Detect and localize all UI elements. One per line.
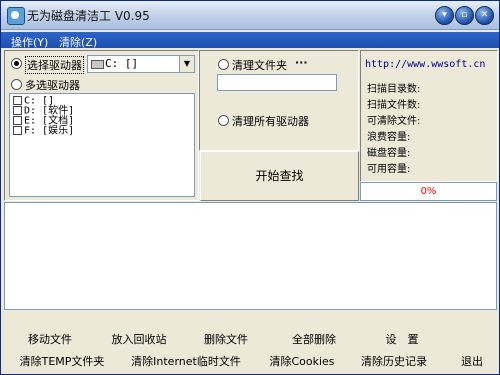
menu-clear[interactable]: 清除(Z) [59, 34, 97, 50]
delete-all-button[interactable]: 全部删除 [283, 331, 345, 349]
clean-all-radio[interactable] [218, 115, 229, 126]
clear-temp-button[interactable]: 清除TEMP文件夹 [19, 353, 105, 371]
clear-internet-temp-button[interactable]: 清除Internet临时文件 [127, 353, 245, 371]
close-button[interactable]: ✕ [475, 6, 494, 25]
multi-drive-radio[interactable] [11, 79, 22, 90]
folder-path-input[interactable] [217, 74, 337, 91]
clean-folder-radio[interactable] [218, 59, 229, 70]
clean-folder-label[interactable]: 清理文件夹 [232, 57, 287, 73]
info-panel: http://www.wwsoft.cn 扫描目录数: 扫描文件数: 可清除文件… [360, 50, 498, 182]
scan-dirs-label: 扫描目录数: [367, 84, 421, 95]
app-icon [7, 7, 25, 25]
checkbox[interactable] [13, 126, 22, 135]
drive-combo-value: C: [] [105, 57, 139, 70]
drive-list: C: [] D: [软件] E: [文档] F: [娱乐] [9, 93, 195, 197]
chevron-down-icon[interactable]: ▼ [179, 56, 194, 72]
wasted-space-label: 浪费容量: [367, 132, 411, 143]
window-title: 无为磁盘清洁工 V0.95 [27, 9, 150, 23]
drive-item[interactable]: E: [文档] [13, 116, 74, 126]
drive-icon [91, 60, 104, 69]
results-list[interactable] [4, 202, 497, 310]
restore-button[interactable]: ▫ [455, 6, 474, 25]
checkbox[interactable] [13, 96, 22, 105]
delete-files-button[interactable]: 删除文件 [195, 331, 257, 349]
drive-item[interactable]: C: [] [13, 96, 54, 106]
clear-history-button[interactable]: 清除历史记录 [355, 353, 433, 371]
progress-bar: 0% [360, 182, 497, 201]
select-drive-label[interactable]: 选择驱动器 [25, 56, 84, 74]
title-bar[interactable]: 无为磁盘清洁工 V0.95 ▾ ▫ ✕ [1, 1, 499, 30]
scan-files-label: 扫描文件数: [367, 100, 421, 111]
checkbox[interactable] [13, 116, 22, 125]
move-files-button[interactable]: 移动文件 [19, 331, 81, 349]
free-space-label: 可用容量: [367, 164, 411, 175]
app-window: 无为磁盘清洁工 V0.95 ▾ ▫ ✕ 操作(Y) 清除(Z) 选择驱动器 C:… [0, 0, 500, 375]
removable-files-label: 可清除文件: [367, 116, 421, 127]
drive-item[interactable]: F: [娱乐] [13, 126, 74, 136]
exit-button[interactable]: 退出 [455, 353, 489, 371]
clear-cookies-button[interactable]: 清除Cookies [267, 353, 337, 371]
start-search-button[interactable]: 开始查找 [200, 151, 359, 201]
menu-bar: 操作(Y) 清除(Z) [1, 32, 499, 50]
settings-button[interactable]: 设 置 [373, 331, 431, 349]
multi-drive-label[interactable]: 多选驱动器 [25, 77, 80, 93]
checkbox[interactable] [13, 106, 22, 115]
minimize-button[interactable]: ▾ [435, 6, 454, 25]
disk-capacity-label: 磁盘容量: [367, 148, 411, 159]
website-url[interactable]: http://www.wwsoft.cn [365, 59, 485, 70]
drive-item[interactable]: D: [软件] [13, 106, 74, 116]
menu-operations[interactable]: 操作(Y) [11, 34, 48, 50]
clean-all-label[interactable]: 清理所有驱动器 [232, 113, 309, 129]
recycle-bin-button[interactable]: 放入回收站 [101, 331, 177, 349]
select-drive-radio[interactable] [11, 58, 22, 69]
browse-button[interactable]: ··· [295, 56, 308, 69]
drive-combo[interactable]: C: [] ▼ [87, 55, 195, 73]
